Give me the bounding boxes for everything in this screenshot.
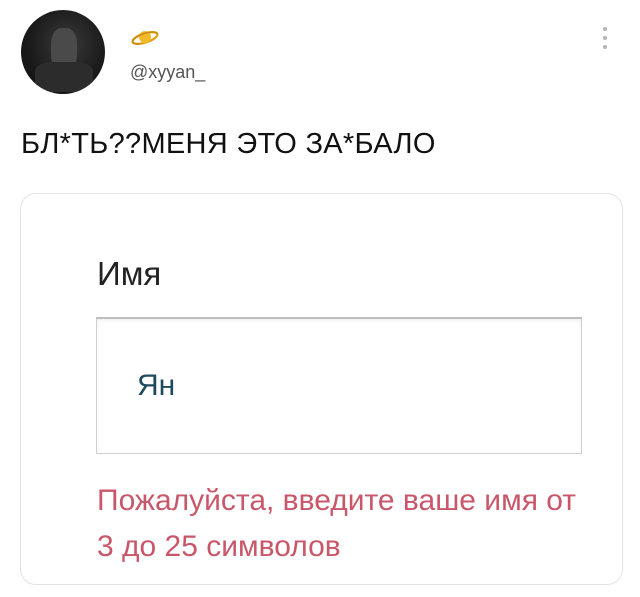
tweet-text: БЛ*ТЬ??МЕНЯ ЭТО ЗА*БАЛО [21,128,436,160]
validation-error-message: Пожалуйста, введите ваше имя от 3 до 25 … [97,484,577,563]
author-avatar[interactable] [21,10,105,94]
planet-icon [131,31,159,45]
avatar-figure-base [35,62,93,92]
vertical-dots-icon[interactable] [601,25,609,51]
name-field-label: Имя [97,255,162,292]
name-input-value: Ян [137,369,176,402]
name-input-field[interactable]: Ян [96,317,582,454]
author-handle[interactable]: @xyyan_ [130,62,205,83]
